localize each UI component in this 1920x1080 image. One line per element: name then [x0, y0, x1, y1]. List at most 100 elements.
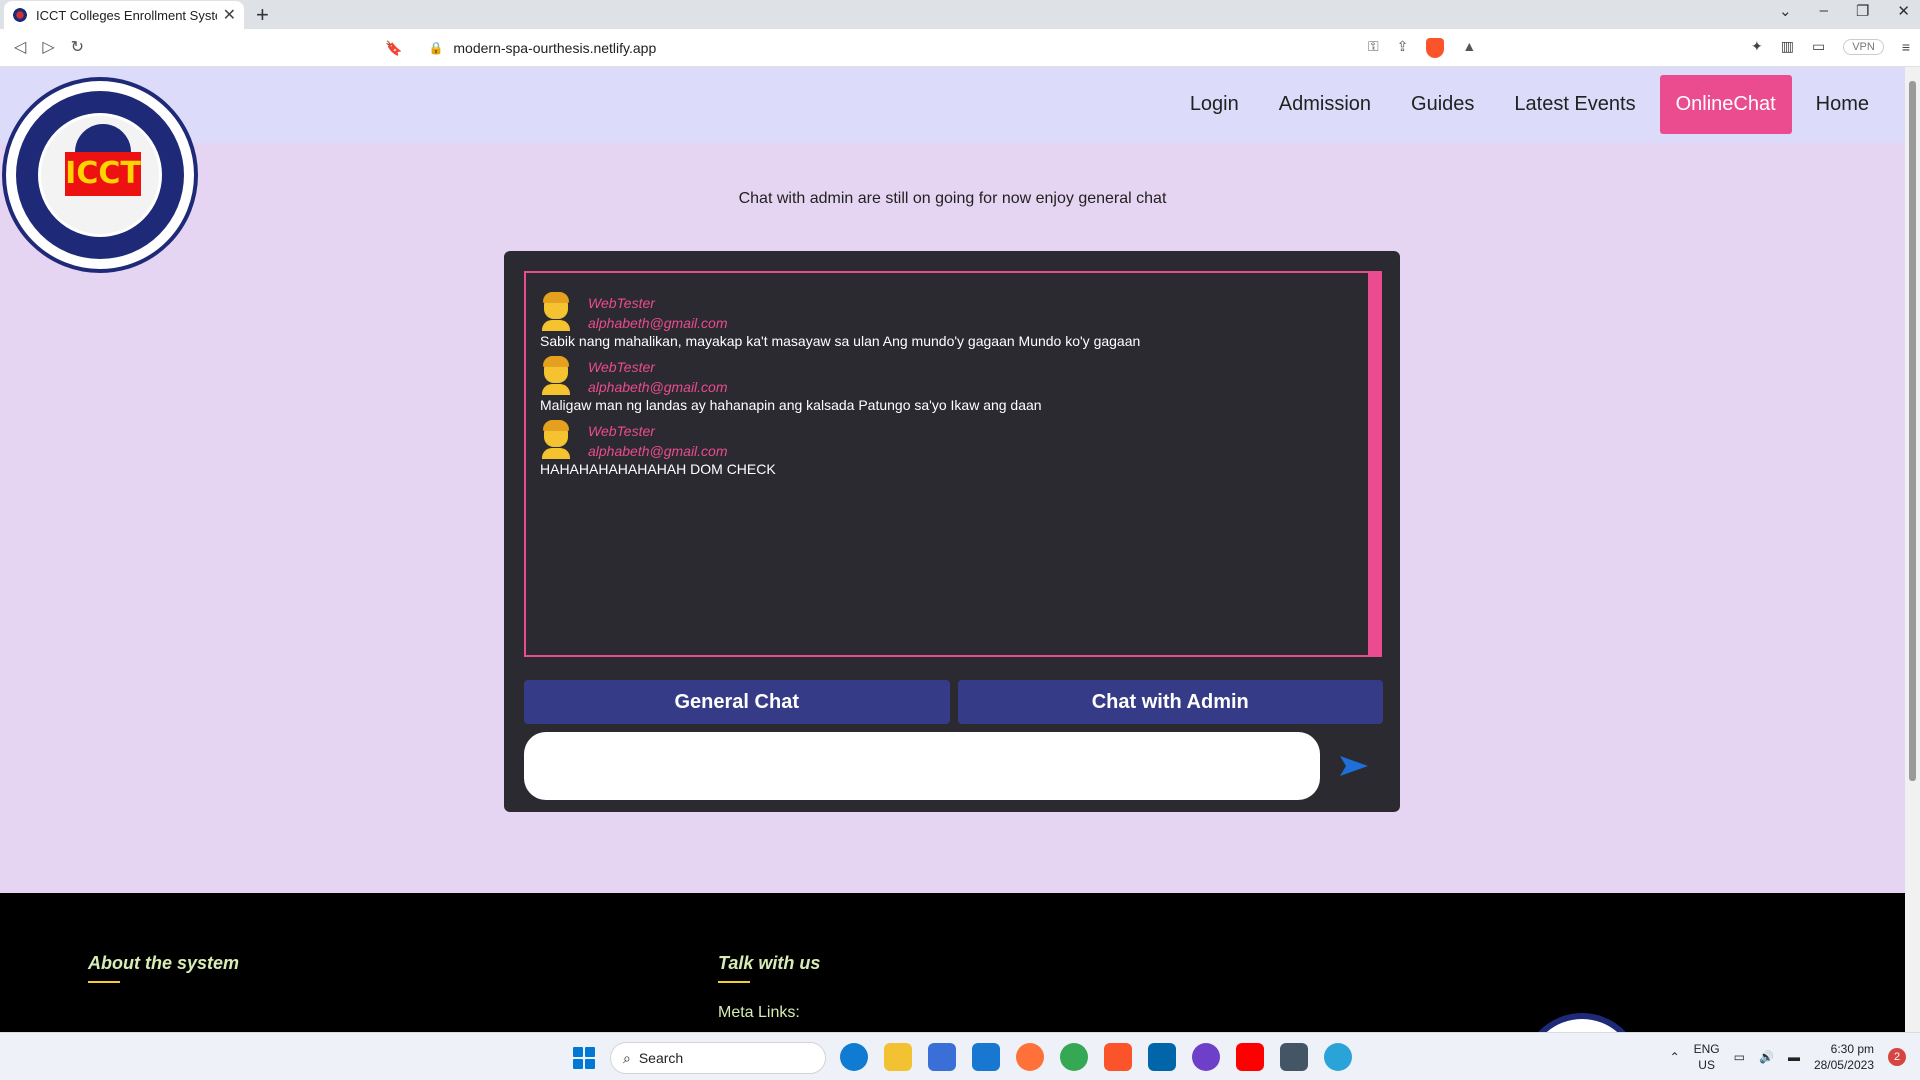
language-indicator[interactable]: ENG US: [1694, 1041, 1720, 1073]
chat-message: WebTester alphabeth@gmail.com HAHAHAHAHA…: [540, 420, 1354, 477]
site-header: Login Admission Guides Latest Events Onl…: [0, 67, 1905, 143]
send-icon[interactable]: [1336, 748, 1372, 784]
chat-mode-buttons: General Chat Chat with Admin: [524, 680, 1383, 724]
close-tab-icon[interactable]: ✕: [223, 5, 236, 25]
main-nav: Login Admission Guides Latest Events Onl…: [1174, 75, 1885, 134]
wallet-icon[interactable]: ▭: [1812, 38, 1825, 55]
message-author: WebTester: [588, 295, 655, 311]
search-icon: ⌕: [623, 1049, 631, 1066]
window-close-icon[interactable]: ✕: [1897, 2, 1910, 20]
taskbar-apps: [840, 1043, 1352, 1071]
language-code: ENG: [1693, 1042, 1720, 1056]
extensions-icon[interactable]: ✦: [1751, 38, 1763, 55]
restore-icon[interactable]: ❐: [1856, 2, 1869, 20]
brave-rewards-icon[interactable]: ▲: [1462, 38, 1476, 58]
page-scrollbar[interactable]: [1905, 67, 1920, 1032]
menu-icon[interactable]: ≡: [1902, 39, 1910, 55]
tab-title: ICCT Colleges Enrollment System: [36, 7, 217, 23]
window-controls: ⌄ – ❐ ✕: [1779, 2, 1910, 20]
logo-gear-icon: [75, 124, 131, 154]
windows-start-icon[interactable]: [573, 1047, 595, 1069]
clock[interactable]: 6:30 pm 28/05/2023: [1814, 1041, 1874, 1073]
mail-icon[interactable]: [972, 1043, 1000, 1071]
maps-icon[interactable]: [1324, 1043, 1352, 1071]
nav-admission[interactable]: Admission: [1263, 75, 1387, 134]
firefox-icon[interactable]: [1016, 1043, 1044, 1071]
footer-about-heading: About the system: [88, 953, 240, 983]
volume-icon[interactable]: 🔊: [1759, 1050, 1774, 1064]
photos-icon[interactable]: [1280, 1043, 1308, 1071]
bookmark-icon[interactable]: 🔖: [385, 40, 402, 57]
chat-with-admin-button[interactable]: Chat with Admin: [957, 680, 1383, 724]
new-tab-icon[interactable]: +: [256, 2, 269, 28]
logo-seal: ICCT: [38, 113, 162, 237]
scrollbar-thumb[interactable]: [1909, 81, 1916, 781]
os-taskbar: ⌕ Search ⌃ ENG US ▭ 🔊 ▬ 6:30 pm 28/05/20…: [0, 1032, 1920, 1080]
vscode-icon[interactable]: [1148, 1043, 1176, 1071]
message-email: alphabeth@gmail.com: [588, 443, 728, 459]
general-chat-button[interactable]: General Chat: [524, 680, 950, 724]
ms-store-icon[interactable]: [928, 1043, 956, 1071]
clock-date: 28/05/2023: [1813, 1058, 1874, 1072]
message-email: alphabeth@gmail.com: [588, 379, 728, 395]
taskbar-search[interactable]: ⌕ Search: [610, 1042, 826, 1074]
message-text: Maligaw man ng landas ay hahanapin ang k…: [540, 397, 1042, 413]
key-icon[interactable]: ⚿: [1368, 38, 1379, 58]
address-bar[interactable]: 🔖 🔒 modern-spa-ourthesis.netlify.app: [385, 34, 1505, 62]
chat-message-input[interactable]: [524, 732, 1320, 800]
site-footer: About the system Talk with us Meta Links…: [0, 893, 1905, 1032]
nav-onlinechat[interactable]: OnlineChat: [1659, 75, 1792, 134]
message-list[interactable]: WebTester alphabeth@gmail.com Sabik nang…: [524, 271, 1382, 657]
chat-panel: WebTester alphabeth@gmail.com Sabik nang…: [504, 251, 1400, 812]
tab-search-chevron-icon[interactable]: ⌄: [1779, 2, 1792, 20]
icct-logo[interactable]: ICCT: [2, 77, 198, 273]
nav-guides[interactable]: Guides: [1395, 75, 1490, 134]
taskbar-search-label: Search: [638, 1050, 684, 1066]
sidebar-icon[interactable]: ▥: [1781, 38, 1794, 55]
browser-tab[interactable]: ICCT Colleges Enrollment System ✕: [4, 1, 244, 29]
notification-badge[interactable]: 2: [1888, 1048, 1906, 1066]
nav-latest-events[interactable]: Latest Events: [1498, 75, 1651, 134]
brave-icon[interactable]: [1104, 1043, 1132, 1071]
logo-mark: ICCT: [65, 152, 141, 196]
vpn-button[interactable]: VPN: [1843, 38, 1884, 55]
forward-icon[interactable]: ▷: [42, 37, 54, 57]
tray-chevron-icon[interactable]: ⌃: [1670, 1050, 1680, 1064]
nav-home[interactable]: Home: [1800, 75, 1885, 134]
chrome-icon[interactable]: [1060, 1043, 1088, 1071]
message-author: WebTester: [588, 423, 655, 439]
browser-toolbar: ◁ ▷ ↻ 🔖 🔒 modern-spa-ourthesis.netlify.a…: [0, 29, 1920, 67]
back-icon[interactable]: ◁: [14, 37, 26, 57]
nav-login[interactable]: Login: [1174, 75, 1255, 134]
site-favicon-icon: [12, 7, 28, 23]
browser-nav: ◁ ▷ ↻: [14, 37, 84, 57]
chat-notice: Chat with admin are still on going for n…: [738, 190, 1167, 207]
github-desktop-icon[interactable]: [1192, 1043, 1220, 1071]
chat-message: WebTester alphabeth@gmail.com Maligaw ma…: [540, 356, 1354, 413]
keyboard-region: US: [1698, 1058, 1715, 1072]
user-avatar-icon: [540, 356, 570, 395]
minimize-icon[interactable]: –: [1820, 2, 1828, 20]
network-icon[interactable]: ▭: [1734, 1050, 1745, 1064]
message-author: WebTester: [588, 359, 655, 375]
lock-icon[interactable]: 🔒: [428, 41, 443, 55]
chat-message: WebTester alphabeth@gmail.com Sabik nang…: [540, 292, 1354, 349]
footer-meta-links-label: Meta Links:: [718, 1004, 800, 1021]
share-icon[interactable]: ⇪: [1397, 38, 1409, 58]
system-tray: ⌃ ENG US ▭ 🔊 ▬ 6:30 pm 28/05/2023 2: [1670, 1033, 1920, 1080]
clock-time: 6:30 pm: [1830, 1042, 1874, 1056]
battery-icon[interactable]: ▬: [1788, 1050, 1800, 1064]
web-page: Login Admission Guides Latest Events Onl…: [0, 67, 1905, 1032]
url-text[interactable]: modern-spa-ourthesis.netlify.app: [453, 40, 656, 56]
file-explorer-icon[interactable]: [884, 1043, 912, 1071]
toolbar-right: ✦ ▥ ▭ VPN ≡: [1751, 38, 1910, 55]
reload-icon[interactable]: ↻: [71, 37, 84, 57]
address-bar-actions: ⚿ ⇪ ▲: [1368, 38, 1476, 58]
message-email: alphabeth@gmail.com: [588, 315, 728, 331]
browser-tabbar: ICCT Colleges Enrollment System ✕ + ⌄ – …: [0, 0, 1920, 29]
youtube-icon[interactable]: [1236, 1043, 1264, 1071]
user-avatar-icon: [540, 292, 570, 331]
footer-talk-heading: Talk with us: [718, 953, 821, 983]
edge-icon[interactable]: [840, 1043, 868, 1071]
brave-shields-icon[interactable]: [1426, 38, 1445, 58]
